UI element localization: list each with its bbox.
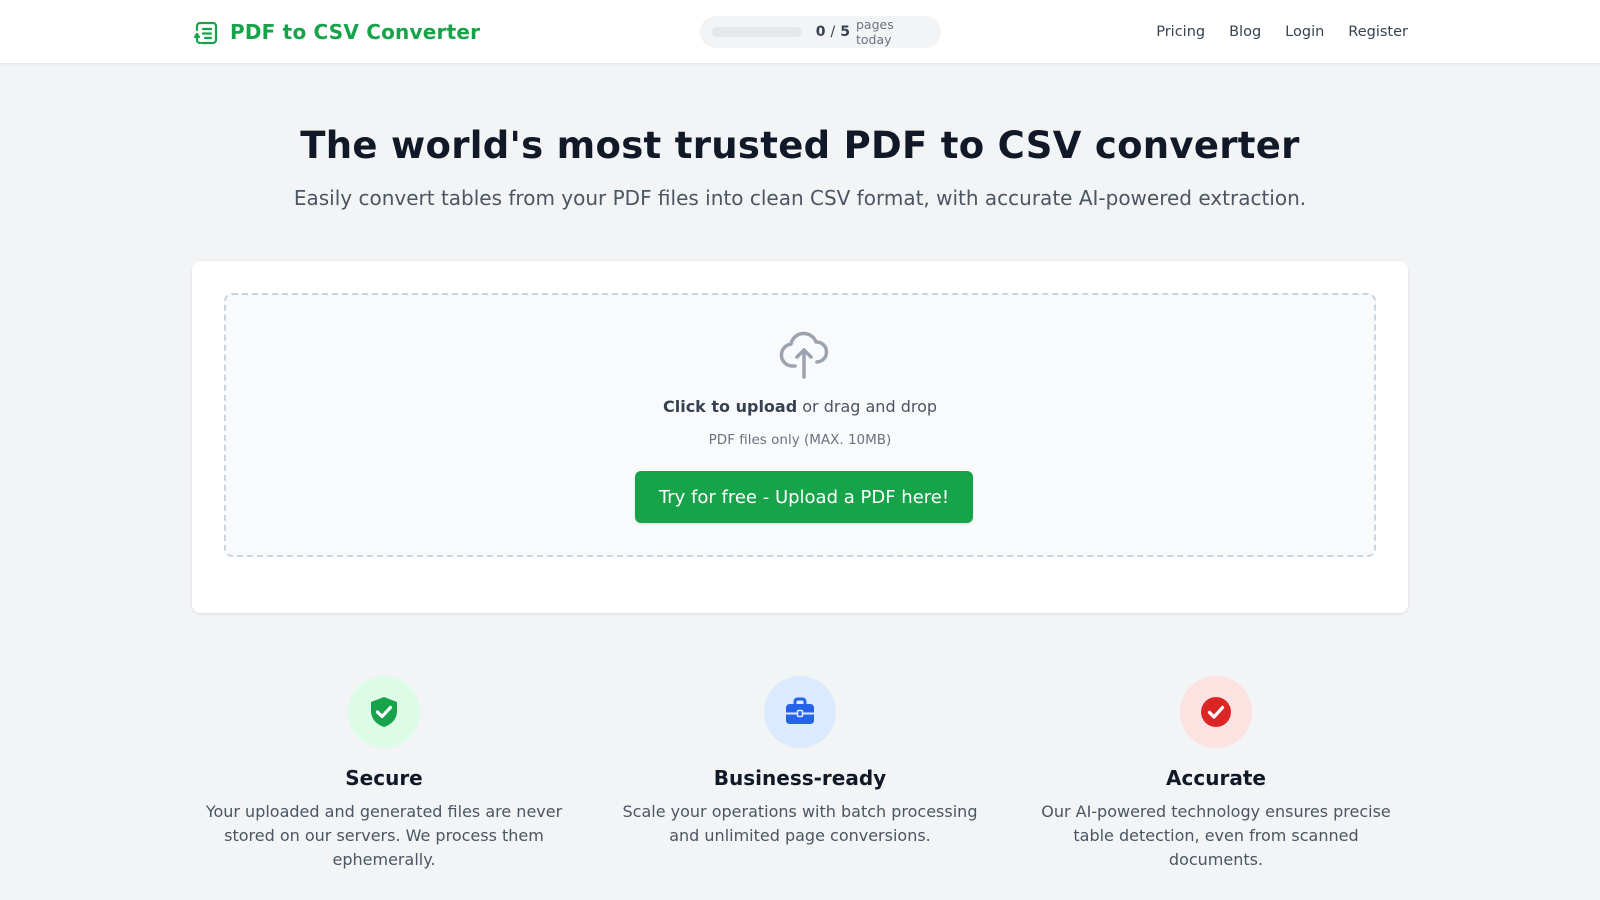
upload-pdf-button[interactable]: Try for free - Upload a PDF here!	[635, 471, 973, 523]
feature-badge	[764, 676, 836, 748]
usage-used-count: 0	[815, 24, 826, 40]
brand-name: PDF to CSV Converter	[230, 20, 481, 44]
feature-title: Accurate	[1166, 766, 1266, 790]
nav-link-blog[interactable]: Blog	[1229, 24, 1261, 40]
feature-badge	[348, 676, 420, 748]
top-navbar: PDF to CSV Converter 0 / 5 pages today P…	[0, 0, 1600, 64]
feature-accurate: Accurate Our AI-powered technology ensur…	[1008, 676, 1424, 872]
feature-secure: Secure Your uploaded and generated files…	[176, 676, 592, 872]
check-circle-icon	[1201, 697, 1231, 727]
cloud-upload-icon	[779, 331, 829, 379]
page-title: The world's most trusted PDF to CSV conv…	[300, 124, 1300, 167]
usage-suffix: pages today	[856, 17, 894, 47]
document-list-icon	[193, 21, 218, 45]
daily-usage-indicator: 0 / 5 pages today	[700, 16, 941, 48]
briefcase-icon	[786, 697, 814, 724]
feature-description: Our AI-powered technology ensures precis…	[1041, 802, 1391, 869]
feature-title: Business-ready	[713, 766, 887, 790]
usage-limit-count: 5	[840, 24, 850, 40]
brand-logo-link[interactable]: PDF to CSV Converter	[192, 16, 480, 48]
nav-link-pricing[interactable]: Pricing	[1156, 24, 1205, 40]
upload-card: Click to upload or drag and drop PDF fil…	[192, 261, 1408, 613]
feature-description: Your uploaded and generated files are ne…	[205, 802, 563, 869]
nav-link-register[interactable]: Register	[1348, 24, 1408, 40]
feature-description: Scale your operations with batch process…	[622, 802, 978, 845]
usage-progress-bar	[712, 27, 802, 37]
page-subtitle: Easily convert tables from your PDF file…	[293, 186, 1307, 210]
file-dropzone[interactable]: Click to upload or drag and drop PDF fil…	[224, 293, 1376, 557]
feature-business-ready: Business-ready Scale your operations wit…	[592, 676, 1008, 848]
shield-check-icon	[371, 697, 397, 727]
feature-badge	[1180, 676, 1252, 748]
file-type-hint: PDF files only (MAX. 10MB)	[708, 432, 892, 448]
upload-instructions: Click to upload or drag and drop	[226, 397, 1374, 416]
click-to-upload-text[interactable]: Click to upload	[663, 397, 797, 416]
main-nav: Pricing Blog Login Register	[1156, 20, 1408, 44]
feature-title: Secure	[345, 766, 423, 790]
usage-separator: /	[830, 24, 836, 40]
nav-link-login[interactable]: Login	[1285, 24, 1324, 40]
drag-and-drop-text: or drag and drop	[802, 397, 938, 416]
